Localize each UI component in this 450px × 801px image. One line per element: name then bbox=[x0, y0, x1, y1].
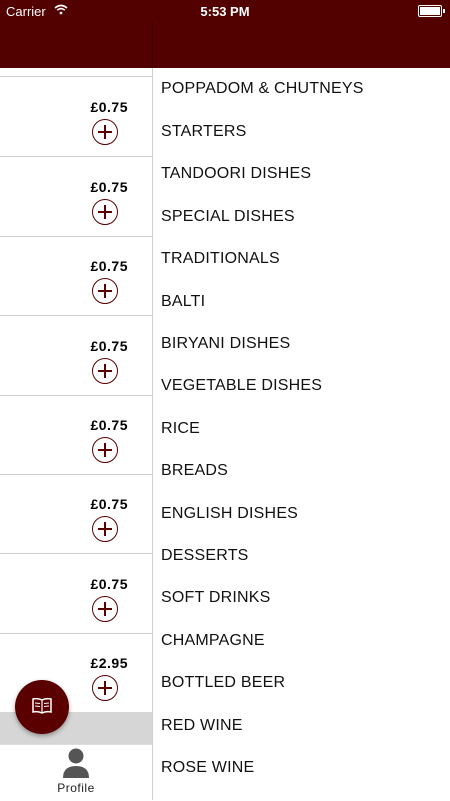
item-price: £0.75 bbox=[90, 496, 128, 512]
category-item[interactable]: BALTI bbox=[161, 293, 205, 311]
category-item[interactable]: RICE bbox=[161, 420, 200, 438]
status-time: 5:53 PM bbox=[200, 4, 250, 19]
item-price: £0.75 bbox=[90, 258, 128, 274]
menu-fab-button[interactable] bbox=[15, 680, 69, 734]
item-list-panel[interactable]: £0.75 £0.75 £0.75 £0.75 £0.75 £0.75 £0.7… bbox=[0, 68, 152, 744]
item-row: £0.75 bbox=[0, 316, 152, 396]
item-price: £0.75 bbox=[90, 179, 128, 195]
category-item[interactable]: SPECIAL DISHES bbox=[161, 208, 295, 226]
item-row: £0.75 bbox=[0, 157, 152, 237]
add-item-button[interactable] bbox=[92, 516, 118, 542]
category-item[interactable]: ENGLISH DISHES bbox=[161, 505, 298, 523]
category-item[interactable]: BOTTLED BEER bbox=[161, 674, 285, 692]
category-item[interactable]: BREADS bbox=[161, 462, 228, 480]
battery-icon bbox=[418, 5, 445, 17]
menu-book-icon bbox=[32, 698, 52, 714]
category-item[interactable]: ROSE WINE bbox=[161, 759, 254, 777]
category-item[interactable]: CHAMPAGNE bbox=[161, 632, 265, 650]
category-item[interactable]: TANDOORI DISHES bbox=[161, 165, 311, 183]
nav-bar bbox=[0, 22, 450, 68]
add-item-button[interactable] bbox=[92, 358, 118, 384]
add-item-button[interactable] bbox=[92, 199, 118, 225]
nav-divider bbox=[152, 22, 153, 68]
person-icon bbox=[63, 748, 89, 778]
add-item-button[interactable] bbox=[92, 437, 118, 463]
tab-profile-label: Profile bbox=[57, 781, 95, 795]
category-list[interactable]: POPPADOM & CHUTNEYS STARTERS TANDOORI DI… bbox=[153, 68, 450, 800]
item-price: £0.75 bbox=[90, 99, 128, 115]
add-item-button[interactable] bbox=[92, 278, 118, 304]
item-row: £0.75 bbox=[0, 474, 152, 554]
category-item[interactable]: STARTERS bbox=[161, 123, 246, 141]
add-item-button[interactable] bbox=[92, 675, 118, 701]
category-item[interactable]: DESSERTS bbox=[161, 547, 249, 565]
add-item-button[interactable] bbox=[92, 596, 118, 622]
category-item[interactable]: BIRYANI DISHES bbox=[161, 335, 290, 353]
category-item[interactable]: TRADITIONALS bbox=[161, 250, 280, 268]
add-item-button[interactable] bbox=[92, 119, 118, 145]
item-row: £0.75 bbox=[0, 395, 152, 475]
item-price: £0.75 bbox=[90, 338, 128, 354]
category-item[interactable]: RED WINE bbox=[161, 717, 243, 735]
category-item[interactable]: POPPADOM & CHUTNEYS bbox=[161, 80, 364, 98]
item-price: £0.75 bbox=[90, 417, 128, 433]
category-item[interactable]: SOFT DRINKS bbox=[161, 589, 270, 607]
item-row: £0.75 bbox=[0, 236, 152, 316]
category-item[interactable]: VEGETABLE DISHES bbox=[161, 377, 322, 395]
status-bar: Carrier 5:53 PM bbox=[0, 0, 450, 22]
item-row: £0.75 bbox=[0, 554, 152, 634]
item-price: £2.95 bbox=[90, 655, 128, 671]
item-row: £0.75 bbox=[0, 77, 152, 157]
tab-profile[interactable]: Profile bbox=[0, 744, 152, 801]
item-price: £0.75 bbox=[90, 576, 128, 592]
